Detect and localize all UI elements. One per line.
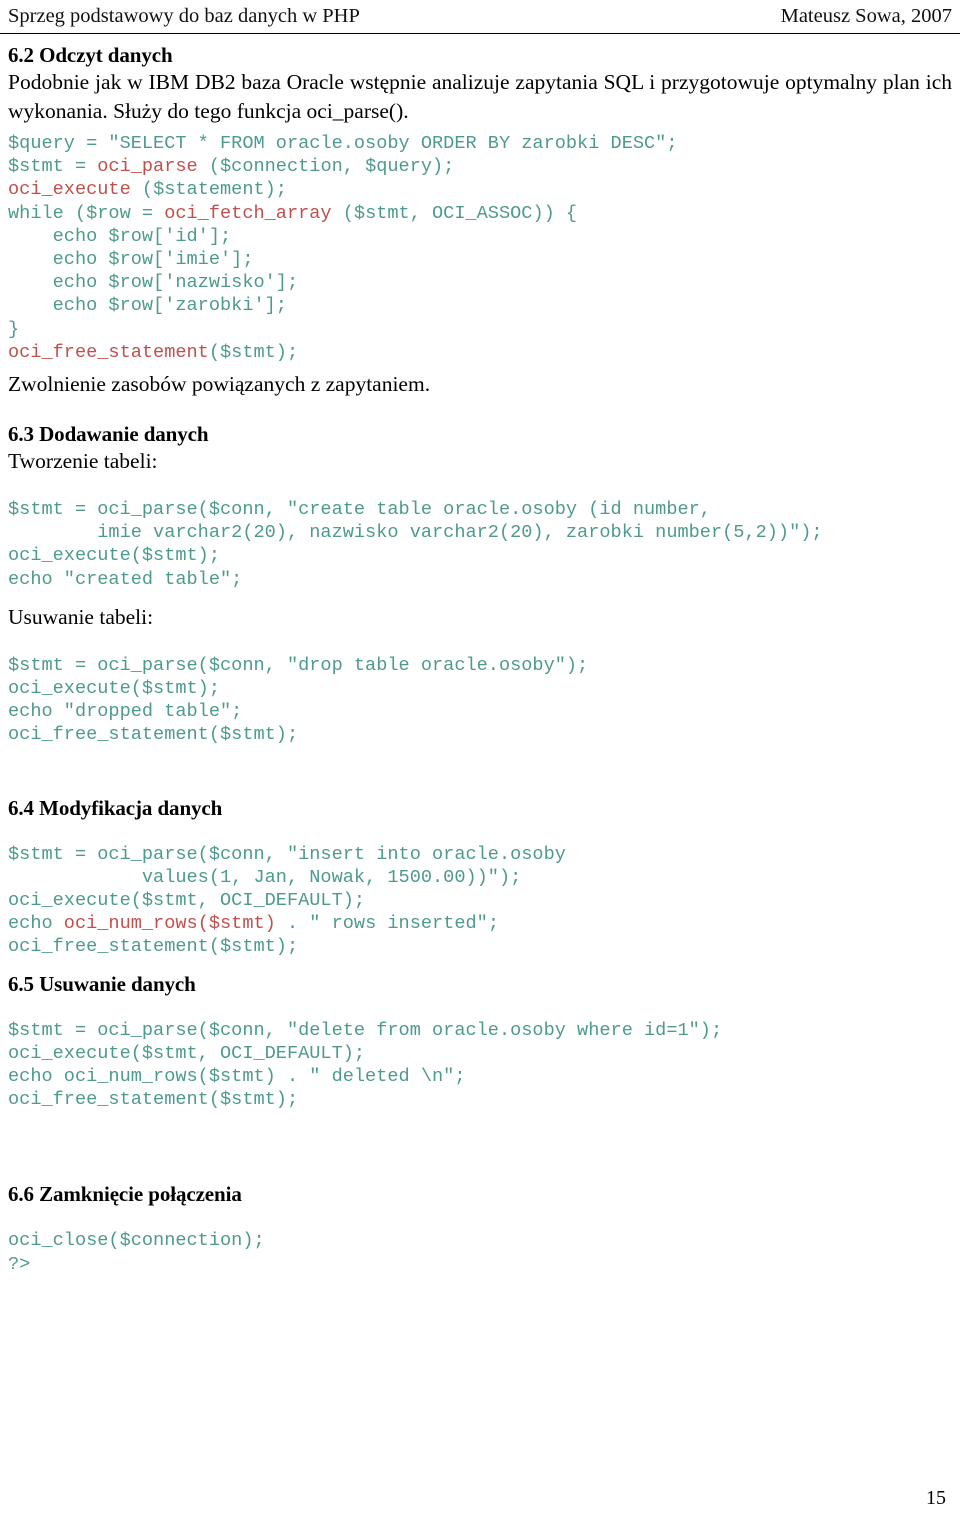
code-line: echo $row['id']; (8, 225, 232, 247)
code-line: oci_close($connection); (8, 1230, 265, 1252)
code-function-name: oci_parse (97, 156, 198, 178)
code-line: oci_free_statement($stmt); (8, 724, 299, 746)
code-line: values(1, Jan, Nowak, 1500.00))"); (8, 866, 522, 888)
section-heading-6-6: 6.6 Zamknięcie połączenia (8, 1182, 242, 1207)
section-6-2-caption: Zwolnienie zasobów powiązanych z zapytan… (8, 372, 431, 397)
section-heading-6-2: 6.2 Odczyt danych (8, 43, 173, 67)
code-line: oci_free_statement($stmt); (8, 936, 299, 958)
document-body: 6.2 Odczyt danych Podobnie jak w IBM DB2… (8, 42, 952, 1276)
code-span: . " rows inserted"; (275, 913, 499, 935)
label-drop-table: Usuwanie tabeli: (8, 604, 154, 629)
code-span: ($statement); (130, 179, 287, 201)
header-document-title: Sprzeg podstawowy do baz danych w PHP (8, 5, 360, 27)
code-function-name: oci_num_rows($stmt) (63, 913, 276, 935)
code-line: echo "dropped table"; (8, 701, 243, 723)
code-span: while ($row = (8, 202, 165, 224)
code-line: oci_free_statement($stmt); (8, 341, 952, 364)
code-line: oci_execute($stmt); (8, 545, 221, 567)
page-number: 15 (926, 1487, 946, 1509)
code-line: $stmt = oci_parse($conn, "delete from or… (8, 1019, 723, 1041)
code-function-name: oci_fetch_array (164, 202, 332, 224)
code-span: ($connection, $query); (197, 156, 455, 178)
code-line: $stmt = oci_parse($conn, "drop table ora… (8, 654, 589, 676)
code-line: echo $row['zarobki']; (8, 295, 287, 317)
code-block-create-table: $stmt = oci_parse($conn, "create table o… (8, 498, 952, 591)
code-line: oci_execute($stmt, OCI_DEFAULT); (8, 1042, 366, 1064)
code-line: $query = "SELECT * FROM oracle.osoby ORD… (8, 133, 678, 154)
code-line: $stmt = oci_parse($conn, "create table o… (8, 499, 711, 521)
label-create-table: Tworzenie tabeli: (8, 449, 158, 474)
section-heading-6-5: 6.5 Usuwanie danych (8, 971, 196, 996)
code-span: ($stmt, OCI_ASSOC)) { (331, 202, 578, 224)
code-block-6-5: $stmt = oci_parse($conn, "delete from or… (8, 1019, 952, 1112)
document-page: Sprzeg podstawowy do baz danych w PHP Ma… (0, 0, 960, 1524)
section-heading-6-3: 6.3 Dodawanie danych (8, 422, 209, 447)
header-author-year: Mateusz Sowa, 2007 (780, 5, 952, 27)
code-function-name: oci_execute (8, 179, 131, 201)
code-block-6-2: $query = "SELECT * FROM oracle.osoby ORD… (8, 132, 952, 364)
code-span: ($stmt); (208, 341, 299, 363)
code-line: echo oci_num_rows($stmt) . " rows insert… (8, 912, 952, 935)
running-header: Sprzeg podstawowy do baz danych w PHP Ma… (8, 4, 952, 32)
code-line: $stmt = oci_parse($conn, "insert into or… (8, 843, 566, 865)
code-function-name: oci_free_statement (8, 341, 209, 363)
code-line: echo $row['imie']; (8, 249, 254, 271)
code-span: echo (8, 913, 64, 935)
header-divider-rule (0, 33, 960, 34)
code-line: } (8, 318, 20, 340)
section-6-2-paragraph: Podobnie jak w IBM DB2 baza Oracle wstęp… (8, 70, 952, 123)
code-block-drop-table: $stmt = oci_parse($conn, "drop table ora… (8, 654, 952, 747)
section-heading-6-4: 6.4 Modyfikacja danych (8, 795, 223, 820)
code-line: echo "created table"; (8, 568, 243, 590)
code-line: oci_free_statement($stmt); (8, 1089, 299, 1111)
code-line: $stmt = oci_parse ($connection, $query); (8, 155, 952, 178)
code-line: while ($row = oci_fetch_array ($stmt, OC… (8, 202, 952, 225)
code-line: echo oci_num_rows($stmt) . " deleted \n"… (8, 1066, 466, 1088)
code-line: ?> (8, 1253, 31, 1275)
code-span: $stmt = (8, 156, 98, 178)
code-line: oci_execute($stmt, OCI_DEFAULT); (8, 890, 366, 912)
code-line: imie varchar2(20), nazwisko varchar2(20)… (8, 522, 823, 544)
code-line: oci_execute ($statement); (8, 178, 952, 201)
code-block-6-6: oci_close($connection); ?> (8, 1229, 952, 1275)
code-block-6-4: $stmt = oci_parse($conn, "insert into or… (8, 843, 952, 959)
code-line: oci_execute($stmt); (8, 678, 221, 700)
code-line: echo $row['nazwisko']; (8, 272, 299, 294)
